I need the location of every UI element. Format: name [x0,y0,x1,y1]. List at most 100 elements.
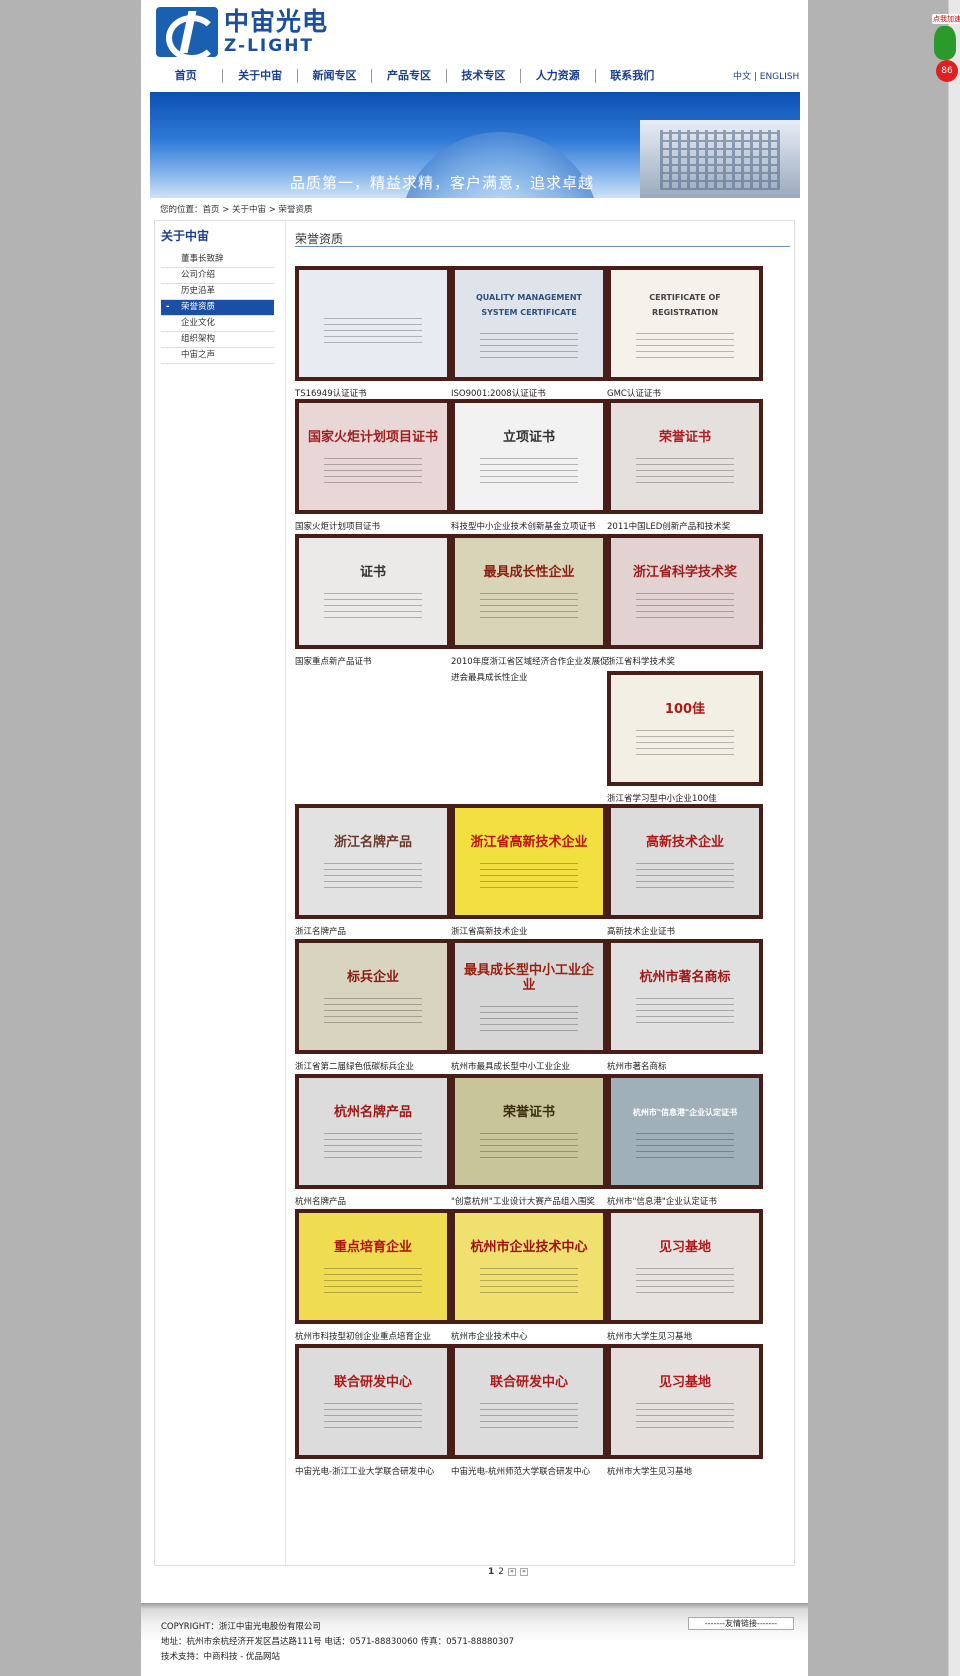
certificate-caption[interactable]: 国家火炬计划项目证书 [295,519,455,535]
nav-about[interactable]: 关于中宙 [223,69,298,83]
footer-support: 技术支持：中商科技 - 优品网站 [161,1652,280,1662]
certificate-image[interactable]: 杭州市企业技术中心 [451,1209,607,1324]
sidebar-item[interactable]: 董事长致辞 [161,252,274,268]
certificate-image[interactable]: 见习基地 [607,1209,763,1324]
certificate-heading: 联合研发中心 [489,1375,568,1390]
certificate-text-lines [636,1263,734,1293]
breadcrumb: 您的位置：首页 > 关于中宙 > 荣誉资质 [160,205,313,215]
certificate-caption[interactable]: 杭州市大学生见习基地 [607,1464,767,1480]
certificate-image[interactable]: 联合研发中心 [295,1344,451,1459]
footer-copyright: COPYRIGHT：浙江中宙光电股份有限公司 [161,1622,321,1632]
certificate-text-lines [324,312,422,343]
certificate-text-lines [324,588,422,618]
certificate-image[interactable]: 最具成长型中小工业企业 [451,939,607,1054]
widget-tag[interactable]: 点我加速 [932,14,960,24]
sidebar-item[interactable]: 组织架构 [161,332,274,348]
page-current: 1 [488,1567,495,1577]
certificate-caption[interactable]: 高新技术企业证书 [607,924,767,940]
certificate-caption[interactable]: 国家重点新产品证书 [295,654,455,670]
certificate-heading: 高新技术企业 [645,835,724,850]
certificate-caption[interactable]: 2010年度浙江省区域经济合作企业发展促进会最具成长性企业 [451,654,611,686]
sidebar-item[interactable]: 企业文化 [161,316,274,332]
nav-news[interactable]: 新闻专区 [298,69,373,83]
certificate-image[interactable]: 荣誉证书 [607,399,763,514]
certificate-caption[interactable]: 杭州市著名商标 [607,1059,767,1075]
certificate-image[interactable]: 重点培育企业 [295,1209,451,1324]
certificate-image[interactable]: 杭州名牌产品 [295,1074,451,1189]
certificate-text-lines [324,858,422,888]
certificate-caption[interactable]: 中宙光电-浙江工业大学联合研发中心 [295,1464,455,1480]
certificate-heading: 最具成长型中小工业企业 [463,962,594,993]
certificate-image[interactable]: 最具成长性企业 [451,534,607,649]
certificate-caption[interactable]: "创意杭州"工业设计大赛产品组入围奖 [451,1194,611,1210]
certificate-image[interactable]: 标兵企业 [295,939,451,1054]
certificate-text-lines [480,327,578,358]
certificate-image[interactable]: 浙江省高新技术企业 [451,804,607,919]
logo-cn-text: 中宙光电 [224,7,329,36]
certificate-image[interactable]: QUALITY MANAGEMENT SYSTEM CERTIFICATE [451,266,607,381]
footer: COPYRIGHT：浙江中宙光电股份有限公司 地址：杭州市余杭经济开发区昌达路1… [141,1603,808,1676]
certificate-text-lines [480,1128,578,1158]
certificate-heading: 国家火炬计划项目证书 [307,430,438,445]
float-widget[interactable]: 点我加速 86 [930,10,960,82]
certificate-caption[interactable]: 杭州市企业技术中心 [451,1329,611,1345]
last-page-icon[interactable]: » [520,1568,528,1576]
building-graphic [640,120,800,198]
certificate-caption[interactable]: 浙江省高新技术企业 [451,924,611,940]
certificate-image[interactable]: 100佳 [607,671,763,786]
scrollbar[interactable] [948,0,960,1676]
certificate-caption[interactable]: 杭州市科技型初创企业重点培育企业 [295,1329,455,1345]
certificate-caption[interactable]: 浙江名牌产品 [295,924,455,940]
certificate-caption[interactable]: 杭州市大学生见习基地 [607,1329,767,1345]
certificate-image[interactable]: 杭州市"信息港"企业认定证书 [607,1074,763,1189]
certificate-caption[interactable]: 杭州名牌产品 [295,1194,455,1210]
certificate-heading: 最具成长性企业 [483,565,575,580]
certificate-image[interactable]: 联合研发中心 [451,1344,607,1459]
nav-contact[interactable]: 联系我们 [596,69,669,83]
certificate-text-lines [480,1000,578,1031]
sidebar-item[interactable]: 中宙之声 [161,348,274,364]
certificate-caption[interactable]: 中宙光电-杭州师范大学联合研发中心 [451,1464,611,1480]
certificate-caption[interactable]: 2011中国LED创新产品和技术奖 [607,519,767,535]
certificate-image[interactable]: 高新技术企业 [607,804,763,919]
certificate-heading: 浙江省科学技术奖 [632,565,737,580]
nav-products[interactable]: 产品专区 [372,69,447,83]
certificate-image[interactable]: 杭州市著名商标 [607,939,763,1054]
sidebar-item[interactable]: 荣誉资质 [161,300,274,316]
certificate-heading: 荣誉证书 [658,430,711,445]
language-switch[interactable]: 中文 | ENGLISH [733,69,799,82]
sidebar-item[interactable]: 历史沿革 [161,284,274,300]
page-2-link[interactable]: 2 [498,1567,504,1577]
certificate-image[interactable]: 立项证书 [451,399,607,514]
nav-home[interactable]: 首页 [149,69,224,83]
certificate-image[interactable]: 证书 [295,534,451,649]
certificate-heading: 浙江省高新技术企业 [470,835,588,850]
certificate-heading: 标兵企业 [346,970,399,985]
sidebar-list: 董事长致辞公司介绍历史沿革荣誉资质企业文化组织架构中宙之声 [161,252,274,364]
certificate-image[interactable]: 浙江省科学技术奖 [607,534,763,649]
friend-links-select[interactable]: -------友情链接------- [688,1617,794,1630]
main-content: 荣誉资质 [295,231,790,247]
certificate-image[interactable]: 国家火炬计划项目证书 [295,399,451,514]
certificate-caption[interactable]: 浙江省第二届绿色低碳标兵企业 [295,1059,455,1075]
certificate-caption[interactable]: 杭州市最具成长型中小工业企业 [451,1059,611,1075]
next-page-icon[interactable]: » [508,1568,516,1576]
certificate-text-lines [636,993,734,1023]
nav-tech[interactable]: 技术专区 [447,69,522,83]
certificate-caption[interactable]: 杭州市"信息港"企业认定证书 [607,1194,767,1210]
certificate-caption[interactable]: 浙江省科学技术奖 [607,654,767,670]
certificate-image[interactable]: CERTIFICATE OF REGISTRATION [607,266,763,381]
company-logo[interactable]: 中宙光电 Z-LIGHT [156,7,342,61]
page-container: 中宙光电 Z-LIGHT 首页 关于中宙 新闻专区 产品专区 技术专区 人力资源… [141,0,808,1676]
sidebar-item[interactable]: 公司介绍 [161,268,274,284]
certificate-image[interactable] [295,266,451,381]
certificate-heading: 证书 [359,565,386,580]
certificate-caption[interactable]: 科技型中小企业技术创新基金立项证书 [451,519,611,535]
logo-en-text: Z-LIGHT [224,36,315,56]
certificate-text-lines [480,453,578,483]
nav-hr[interactable]: 人力资源 [521,69,596,83]
certificate-image[interactable]: 浙江名牌产品 [295,804,451,919]
logo-mark-icon [156,7,218,61]
certificate-image[interactable]: 荣誉证书 [451,1074,607,1189]
certificate-image[interactable]: 见习基地 [607,1344,763,1459]
